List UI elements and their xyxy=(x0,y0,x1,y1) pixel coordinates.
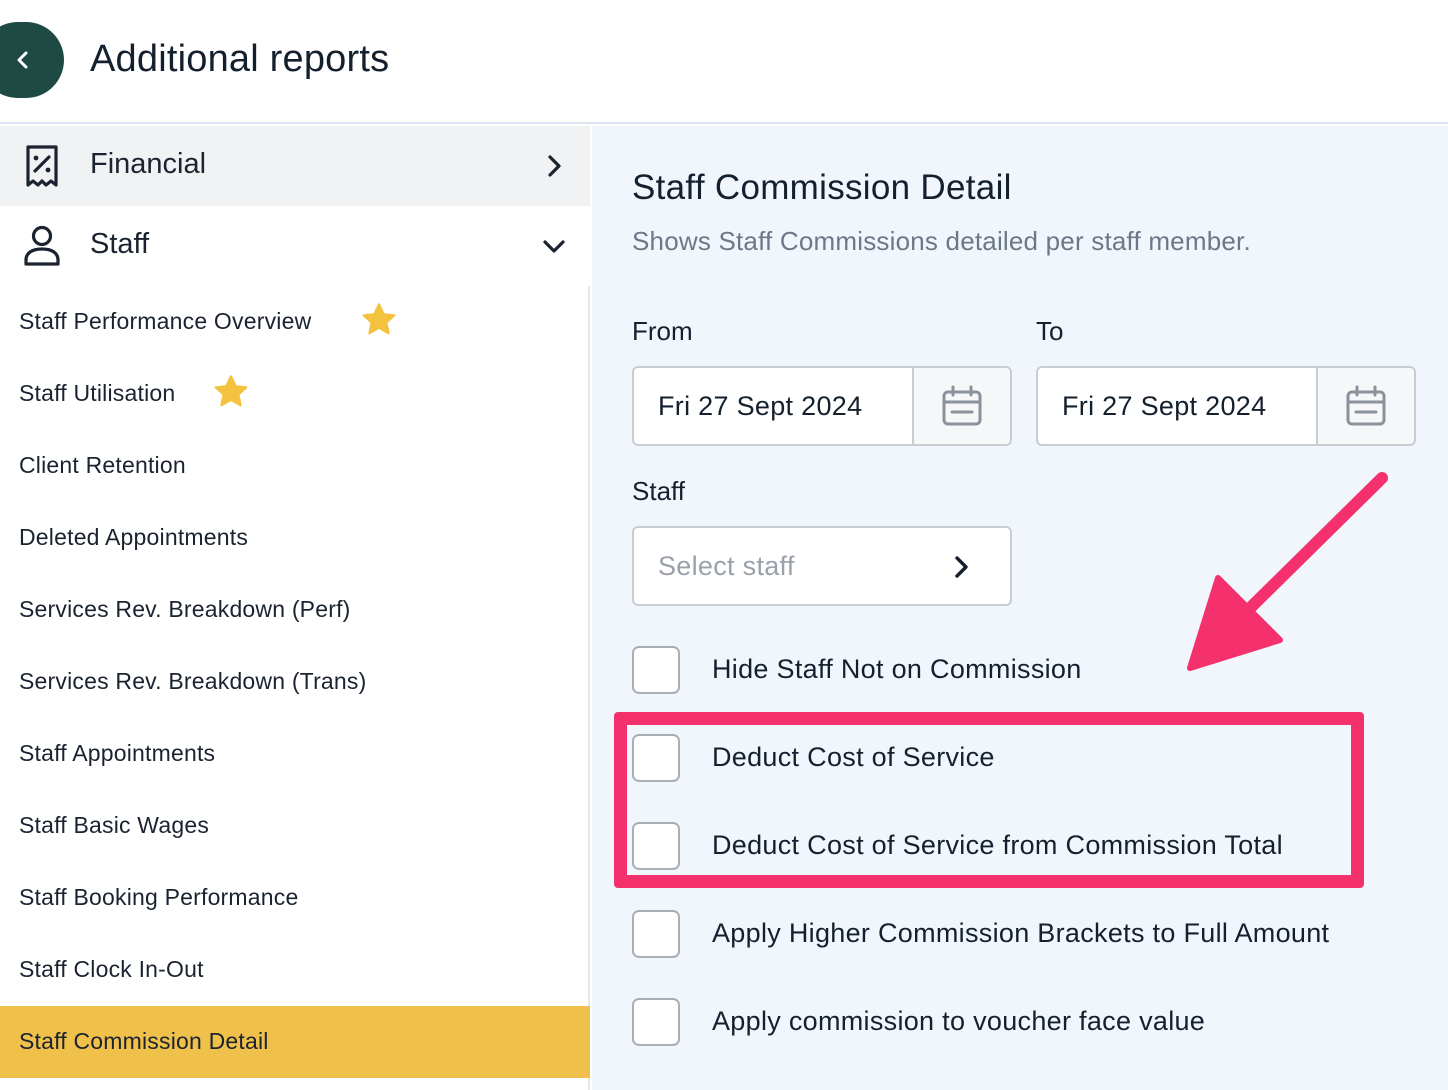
report-item-staff-performance-overview[interactable]: Staff Performance Overview xyxy=(0,286,590,358)
category-financial[interactable]: Financial xyxy=(0,126,590,206)
category-staff-label: Staff xyxy=(90,228,150,260)
calendar-icon xyxy=(1346,385,1386,426)
user-icon xyxy=(24,225,60,266)
report-item-label: Staff Basic Wages xyxy=(19,812,210,838)
checkbox[interactable] xyxy=(632,822,680,870)
from-date-field[interactable]: Fri 27 Sept 2024 xyxy=(632,366,1012,446)
category-staff[interactable]: Staff xyxy=(0,206,590,286)
report-item-label: Staff Utilisation xyxy=(19,380,176,406)
from-label: From xyxy=(632,316,693,346)
report-item-client-retention[interactable]: Client Retention xyxy=(0,430,590,502)
report-item-staff-booking-performance[interactable]: Staff Booking Performance xyxy=(0,862,590,934)
report-panel: Staff Commission Detail Shows Staff Comm… xyxy=(592,126,1448,1090)
page-header: Additional reports xyxy=(0,0,1448,124)
report-item-staff-clock-in-out[interactable]: Staff Clock In-Out xyxy=(0,934,590,1006)
report-item-label: Staff Clock In-Out xyxy=(19,956,204,982)
report-item-staff-commission-detail[interactable]: Staff Commission Detail xyxy=(0,1006,590,1078)
report-item-services-rev-breakdown-trans[interactable]: Services Rev. Breakdown (Trans) xyxy=(0,646,590,718)
staff-label: Staff xyxy=(632,476,686,506)
chevron-down-icon xyxy=(543,240,565,253)
chevron-left-icon xyxy=(17,51,28,69)
calendar-icon xyxy=(942,385,982,426)
report-title: Staff Commission Detail xyxy=(632,168,1012,207)
checkbox[interactable] xyxy=(632,734,680,782)
report-item-label: Staff Commission Detail xyxy=(19,1028,269,1054)
report-sidebar: Financial Staff Staff Performance Overvi… xyxy=(0,126,590,1090)
report-item-label: Deleted Appointments xyxy=(19,524,249,550)
star-icon xyxy=(362,303,396,335)
back-button[interactable] xyxy=(0,22,64,98)
to-label: To xyxy=(1036,316,1064,346)
option-label: Deduct Cost of Service xyxy=(712,742,995,772)
option-label: Hide Staff Not on Commission xyxy=(712,654,1082,684)
report-item-label: Services Rev. Breakdown (Trans) xyxy=(19,668,367,694)
option-label: Apply commission to voucher face value xyxy=(712,1006,1206,1036)
to-date-value: Fri 27 Sept 2024 xyxy=(1062,391,1267,421)
report-item-label: Staff Performance Overview xyxy=(19,308,312,334)
option-label: Apply Higher Commission Brackets to Full… xyxy=(712,918,1330,948)
report-item-deleted-appointments[interactable]: Deleted Appointments xyxy=(0,502,590,574)
staff-select[interactable]: Select staff xyxy=(632,526,1012,606)
report-item-staff-basic-wages[interactable]: Staff Basic Wages xyxy=(0,790,590,862)
checkbox[interactable] xyxy=(632,646,680,694)
report-item-label: Client Retention xyxy=(19,452,186,478)
report-item-services-rev-breakdown-perf[interactable]: Services Rev. Breakdown (Perf) xyxy=(0,574,590,646)
report-item-staff-utilisation[interactable]: Staff Utilisation xyxy=(0,358,590,430)
chevron-right-icon xyxy=(548,155,561,177)
report-description: Shows Staff Commissions detailed per sta… xyxy=(632,226,1251,256)
star-icon xyxy=(214,375,248,407)
option-label: Deduct Cost of Service from Commission T… xyxy=(712,830,1283,860)
report-item-label: Staff Booking Performance xyxy=(19,884,299,910)
chevron-right-icon xyxy=(955,556,968,578)
to-date-field[interactable]: Fri 27 Sept 2024 xyxy=(1036,366,1416,446)
checkbox[interactable] xyxy=(632,998,680,1046)
from-calendar-button[interactable] xyxy=(912,368,1010,444)
staff-select-placeholder: Select staff xyxy=(658,551,795,581)
report-item-staff-appointments[interactable]: Staff Appointments xyxy=(0,718,590,790)
checkbox[interactable] xyxy=(632,910,680,958)
category-financial-label: Financial xyxy=(90,148,207,180)
report-item-label: Services Rev. Breakdown (Perf) xyxy=(19,596,351,622)
to-calendar-button[interactable] xyxy=(1316,368,1414,444)
report-item-label: Staff Appointments xyxy=(19,740,216,766)
receipt-percent-icon xyxy=(26,145,58,187)
from-date-value: Fri 27 Sept 2024 xyxy=(658,391,863,421)
page-title: Additional reports xyxy=(90,38,390,80)
